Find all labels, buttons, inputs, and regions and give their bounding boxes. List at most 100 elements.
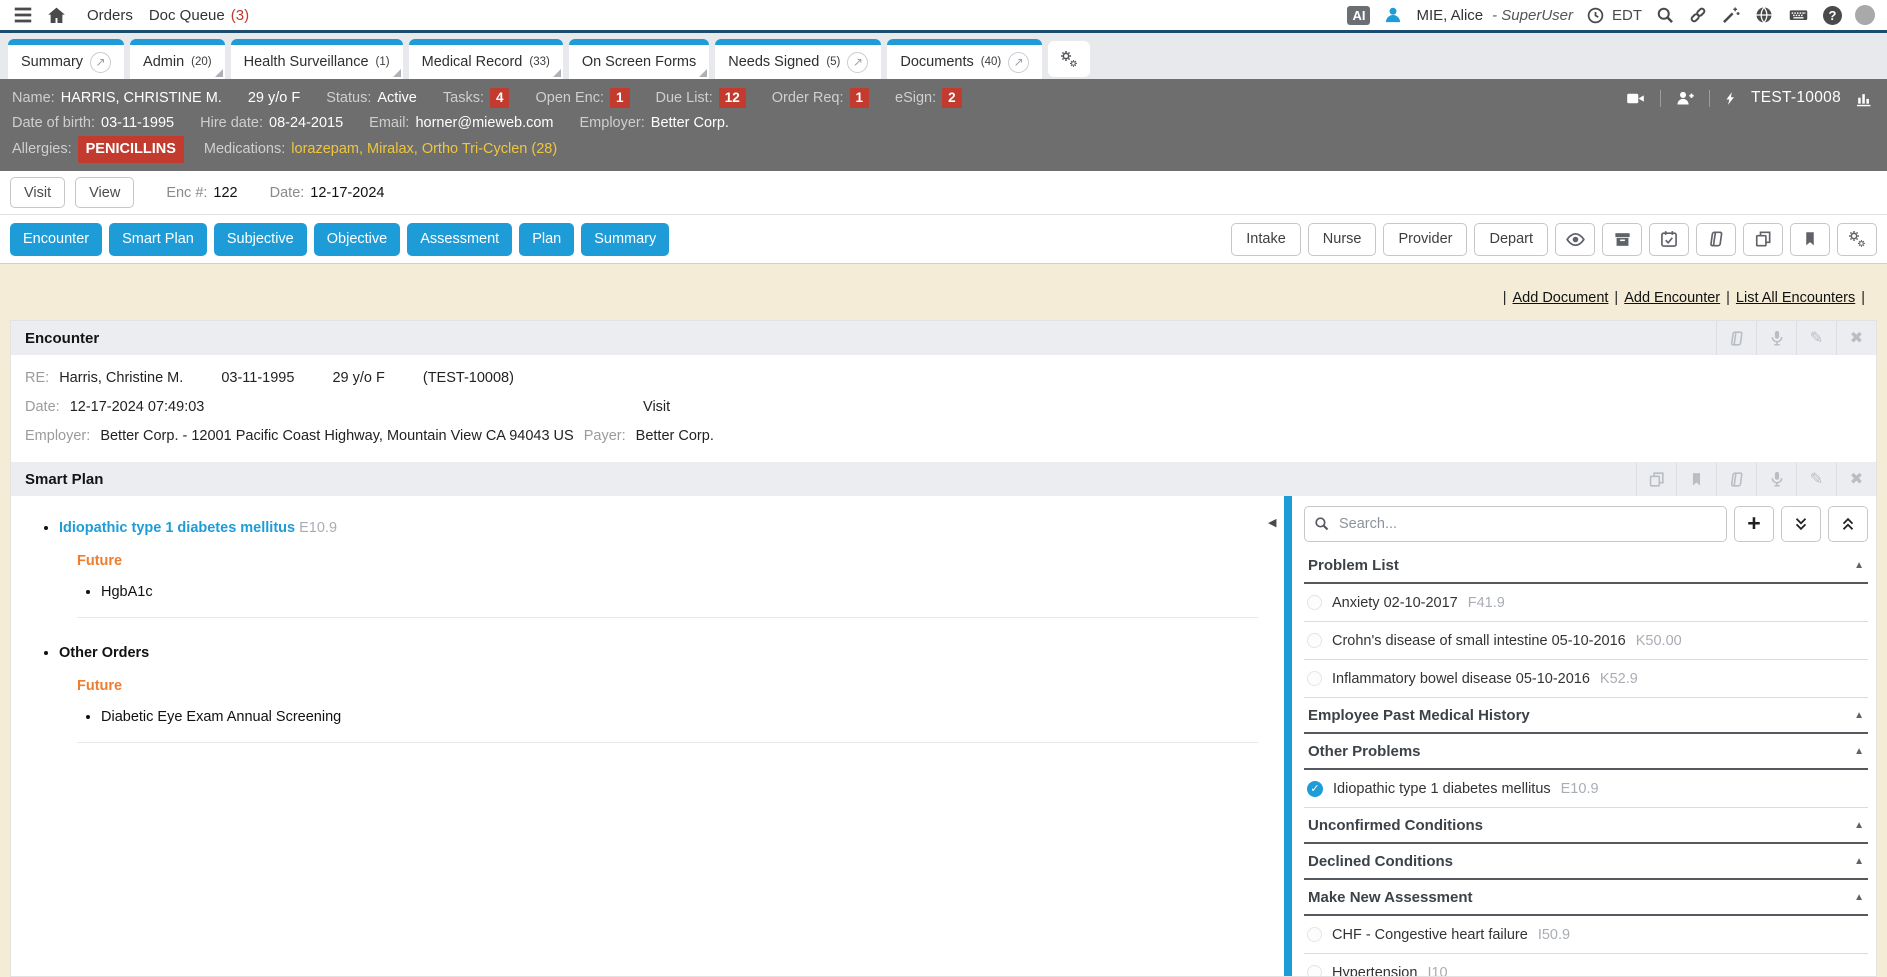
add-document-link[interactable]: Add Document [1513, 290, 1609, 306]
order-req-count-badge[interactable]: 1 [850, 88, 870, 108]
section-unconfirmed-conditions[interactable]: Unconfirmed Conditions ▲ [1304, 808, 1868, 844]
link-icon[interactable] [1688, 5, 1708, 25]
nav-assessment-button[interactable]: Assessment [407, 223, 512, 256]
tab-admin[interactable]: Admin (20) [130, 39, 225, 79]
tab-settings-gears-icon[interactable] [1048, 41, 1090, 77]
list-all-encounters-link[interactable]: List All Encounters [1736, 290, 1855, 306]
tab-needs-signed[interactable]: Needs Signed (5) ↗ [715, 39, 881, 79]
radio-icon[interactable] [1307, 595, 1322, 610]
user-role: - SuperUser [1492, 7, 1573, 24]
tab-health-surveillance[interactable]: Health Surveillance (1) [231, 39, 403, 79]
problem-item-anxiety[interactable]: Anxiety 02-10-2017 F41.9 [1304, 584, 1868, 622]
archive-icon[interactable] [1602, 223, 1642, 256]
external-arrow-icon[interactable]: ↗ [1008, 52, 1029, 73]
close-icon[interactable]: ✖ [1836, 462, 1876, 496]
due-list-count-badge[interactable]: 12 [719, 88, 746, 108]
tab-count: (20) [191, 56, 211, 68]
section-other-problems[interactable]: Other Problems ▲ [1304, 734, 1868, 770]
pencil-icon[interactable]: ✎ [1796, 321, 1836, 355]
intake-button[interactable]: Intake [1231, 223, 1301, 256]
timezone-label[interactable]: EDT [1612, 7, 1642, 24]
problem-item-chf[interactable]: CHF - Congestive heart failure I50.9 [1304, 916, 1868, 954]
problem-item-ibd[interactable]: Inflammatory bowel disease 05-10-2016 K5… [1304, 660, 1868, 698]
add-person-icon[interactable] [1674, 89, 1696, 108]
checked-circle-icon[interactable]: ✓ [1307, 781, 1323, 797]
nav-subjective-button[interactable]: Subjective [214, 223, 307, 256]
tab-medical-record[interactable]: Medical Record (33) [409, 39, 563, 79]
esign-count-badge[interactable]: 2 [942, 88, 962, 108]
problem-item-crohns[interactable]: Crohn's disease of small intestine 05-10… [1304, 622, 1868, 660]
tasks-count-badge[interactable]: 4 [490, 88, 510, 108]
nav-orders[interactable]: Orders [87, 7, 133, 24]
clock-icon[interactable] [1586, 6, 1605, 25]
doc-queue-count[interactable]: (3) [231, 7, 249, 24]
visit-button[interactable]: Visit [10, 177, 65, 208]
radio-icon[interactable] [1307, 965, 1322, 976]
nav-doc-queue[interactable]: Doc Queue [149, 7, 225, 24]
expand-all-button[interactable] [1781, 506, 1821, 542]
depart-button[interactable]: Depart [1474, 223, 1548, 256]
microphone-icon[interactable] [1756, 462, 1796, 496]
video-camera-icon[interactable] [1624, 89, 1647, 108]
tab-summary[interactable]: Summary ↗ [8, 39, 124, 79]
open-enc-count-badge[interactable]: 1 [610, 88, 630, 108]
nav-encounter-button[interactable]: Encounter [10, 223, 102, 256]
section-declined-conditions[interactable]: Declined Conditions ▲ [1304, 844, 1868, 880]
wand-icon[interactable] [1721, 5, 1741, 25]
bookmark-icon[interactable] [1676, 462, 1716, 496]
chart-id[interactable]: TEST-10008 [1751, 85, 1841, 111]
section-make-new-assessment[interactable]: Make New Assessment ▲ [1304, 880, 1868, 916]
calendar-check-icon[interactable] [1649, 223, 1689, 256]
home-icon[interactable] [46, 5, 67, 26]
radio-icon[interactable] [1307, 633, 1322, 648]
avatar[interactable] [1855, 5, 1875, 25]
book-icon[interactable] [1716, 462, 1756, 496]
lightning-icon[interactable] [1723, 89, 1738, 108]
provider-button[interactable]: Provider [1383, 223, 1467, 256]
external-arrow-icon[interactable]: ↗ [90, 52, 111, 73]
problem-link[interactable]: Idiopathic type 1 diabetes mellitus [59, 520, 295, 536]
nurse-button[interactable]: Nurse [1308, 223, 1377, 256]
allergy-badge[interactable]: PENICILLINS [78, 136, 184, 163]
book-icon[interactable] [1716, 321, 1756, 355]
keyboard-icon[interactable] [1787, 5, 1810, 25]
chart-graph-icon[interactable] [1854, 89, 1875, 108]
search-icon[interactable] [1655, 5, 1675, 25]
problem-item-hypertension[interactable]: Hypertension I10 [1304, 954, 1868, 976]
ai-badge[interactable]: AI [1347, 6, 1370, 25]
user-name[interactable]: MIE, Alice [1416, 7, 1483, 24]
add-problem-button[interactable]: + [1734, 506, 1774, 542]
problem-item-diabetes[interactable]: ✓ Idiopathic type 1 diabetes mellitus E1… [1304, 770, 1868, 808]
pencil-icon[interactable]: ✎ [1796, 462, 1836, 496]
book-icon[interactable] [1696, 223, 1736, 256]
eye-icon[interactable] [1555, 223, 1595, 256]
tab-documents[interactable]: Documents (40) ↗ [887, 39, 1042, 79]
microphone-icon[interactable] [1756, 321, 1796, 355]
tab-on-screen-forms[interactable]: On Screen Forms [569, 39, 709, 79]
user-icon [1383, 5, 1403, 25]
medication-links[interactable]: lorazepam, Miralax, Ortho Tri-Cyclen (28… [291, 137, 557, 162]
view-button[interactable]: View [75, 177, 134, 208]
bookmark-icon[interactable] [1790, 223, 1830, 256]
section-past-medical-history[interactable]: Employee Past Medical History ▲ [1304, 698, 1868, 734]
menu-icon[interactable] [12, 4, 34, 26]
radio-icon[interactable] [1307, 671, 1322, 686]
order-status: Future [77, 678, 1258, 694]
problem-search-input[interactable] [1304, 506, 1727, 542]
copy-icon[interactable] [1636, 462, 1676, 496]
nav-smart-plan-button[interactable]: Smart Plan [109, 223, 207, 256]
globe-icon[interactable] [1754, 5, 1774, 25]
nav-plan-button[interactable]: Plan [519, 223, 574, 256]
external-arrow-icon[interactable]: ↗ [847, 52, 868, 73]
section-problem-list[interactable]: Problem List ▲ [1304, 548, 1868, 584]
help-icon[interactable]: ? [1823, 6, 1842, 25]
add-encounter-link[interactable]: Add Encounter [1624, 290, 1720, 306]
collapse-panel-icon[interactable]: ◀ [1268, 516, 1276, 529]
collapse-all-button[interactable] [1828, 506, 1868, 542]
copy-icon[interactable] [1743, 223, 1783, 256]
nav-summary-button[interactable]: Summary [581, 223, 669, 256]
close-icon[interactable]: ✖ [1836, 321, 1876, 355]
settings-gears-icon[interactable] [1837, 223, 1877, 256]
radio-icon[interactable] [1307, 927, 1322, 942]
nav-objective-button[interactable]: Objective [314, 223, 400, 256]
